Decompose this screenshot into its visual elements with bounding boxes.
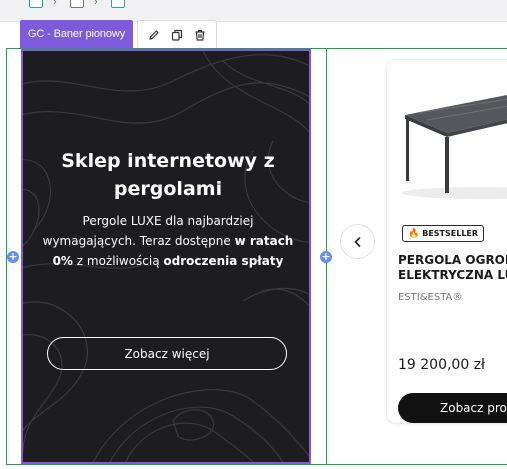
delete-trash-icon[interactable] [191,26,209,44]
resize-handle-left[interactable]: + [7,251,19,263]
breadcrumb: › › [0,0,507,22]
fire-icon: 🔥 [408,228,420,239]
bestseller-badge: 🔥 BESTSELLER [402,225,485,242]
product-name[interactable]: PERGOLA OGRODOWA ELEKTRYCZNA LUXE [398,253,507,283]
breadcrumb-grid-icon[interactable] [111,0,125,8]
edit-pencil-icon[interactable] [145,26,163,44]
product-name-line: ELEKTRYCZNA LUXE [398,268,507,282]
pergola-image [387,65,507,215]
view-product-button[interactable]: Zobacz produkt [398,393,507,423]
banner-desc-bold: odroczenia spłaty [163,254,284,268]
selected-element-label[interactable]: GC - Baner pionowy [20,20,133,48]
banner-title: Sklep internetowy z pergolami [61,150,275,200]
chevron-left-icon [354,236,360,247]
badge-label: BESTSELLER [422,229,479,238]
duplicate-icon[interactable] [168,26,186,44]
element-toolbar [137,20,217,48]
product-price: 19 200,00 zł [398,357,486,373]
product-name-line: PERGOLA OGRODOWA [398,253,507,267]
banner-desc-text: z możliwością [72,254,164,268]
product-brand: ESTI&ESTA® [398,292,463,303]
breadcrumb-separator-icon: › [94,0,98,8]
vertical-banner[interactable]: Sklep internetowy z pergolami Pergole LU… [21,49,311,464]
banner-desc-text: Pergole LUXE dla najbardziej wymagającyc… [42,214,254,248]
banner-description: Pergole LUXE dla najbardziej wymagającyc… [41,211,295,271]
breadcrumb-element-icon[interactable] [70,0,84,8]
carousel-prev-button[interactable] [340,224,375,259]
editor-canvas: › › GC - Baner pionowy Sklep internetowy… [0,0,507,469]
breadcrumb-separator-icon: › [53,0,57,8]
see-more-button[interactable]: Zobacz więcej [47,337,287,370]
product-card[interactable]: 🔥 BESTSELLER PERGOLA OGRODOWA ELEKTRYCZN… [386,59,507,424]
breadcrumb-grid-icon[interactable] [29,0,43,8]
